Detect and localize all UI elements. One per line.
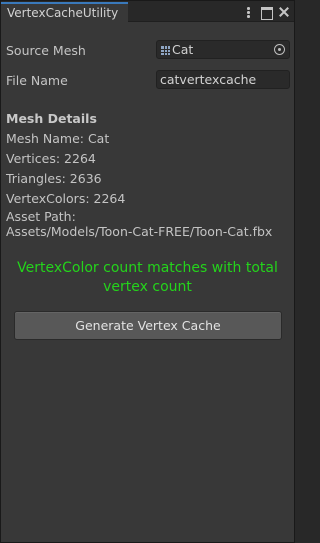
file-name-label: File Name <box>6 73 68 88</box>
mesh-icon <box>161 46 170 55</box>
more-options-icon[interactable] <box>243 5 254 19</box>
object-picker-icon[interactable] <box>274 44 285 55</box>
status-message: VertexColor count matches with total ver… <box>1 259 294 297</box>
editor-window: VertexCacheUtility Source Mesh Cat File … <box>0 0 295 543</box>
source-mesh-row: Source Mesh Cat <box>6 40 290 60</box>
status-line-2: vertex count <box>103 279 192 295</box>
source-mesh-label: Source Mesh <box>6 43 86 58</box>
maximize-icon[interactable] <box>260 5 273 20</box>
tab-vertex-cache-utility[interactable]: VertexCacheUtility <box>1 2 128 23</box>
asset-path-label: Asset Path: <box>6 209 76 224</box>
source-mesh-field[interactable]: Cat <box>156 40 290 59</box>
vertices-text: Vertices: 2264 <box>6 151 96 166</box>
window-controls <box>243 4 290 20</box>
vertex-colors-text: VertexColors: 2264 <box>6 191 126 206</box>
mesh-name-text: Mesh Name: Cat <box>6 131 110 146</box>
close-icon[interactable] <box>278 5 290 19</box>
triangles-text: Triangles: 2636 <box>6 171 102 186</box>
file-name-input[interactable]: catvertexcache <box>156 70 290 89</box>
file-name-row: File Name catvertexcache <box>6 70 290 90</box>
source-mesh-value: Cat <box>172 42 194 57</box>
status-line-1: VertexColor count matches with total <box>17 260 278 276</box>
file-name-value: catvertexcache <box>160 72 257 87</box>
mesh-details-title: Mesh Details <box>6 111 97 126</box>
asset-path-text: Assets/Models/Toon-Cat-FREE/Toon-Cat.fbx <box>6 224 273 239</box>
generate-vertex-cache-button[interactable]: Generate Vertex Cache <box>14 311 282 340</box>
tab-bar: VertexCacheUtility <box>1 1 294 23</box>
